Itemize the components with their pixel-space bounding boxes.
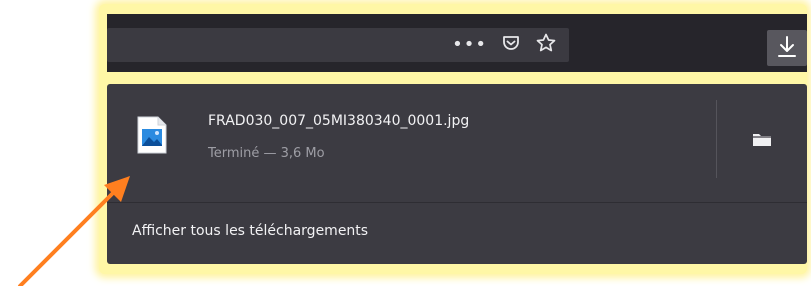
annotation-arrow xyxy=(18,176,130,286)
